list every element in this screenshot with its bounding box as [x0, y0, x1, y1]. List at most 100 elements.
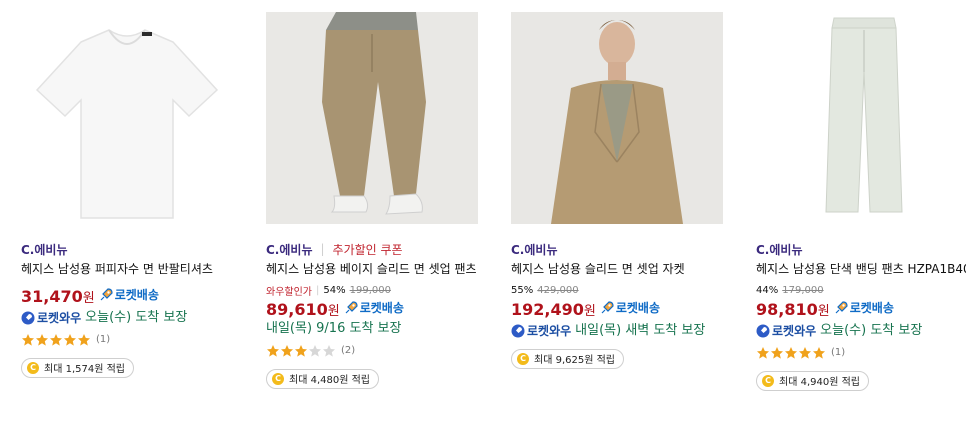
delivery-info: 로켓와우 오늘(수) 도착 보장	[21, 310, 233, 326]
points-text: 최대 1,574원 적립	[44, 364, 125, 375]
price-row: 192,490 원 로켓배송	[511, 299, 743, 319]
discount-rate: 55%	[511, 284, 534, 296]
brand-label[interactable]: C.에비뉴	[511, 240, 743, 258]
coin-icon: C	[762, 374, 774, 387]
jacket-model-image	[511, 12, 723, 224]
product-title[interactable]: 헤지스 남성용 퍼피자수 면 반팔티셔츠	[21, 261, 253, 278]
brand-name: C.에비뉴	[511, 242, 558, 257]
sale-price: 89,610	[266, 299, 328, 319]
star-icon	[281, 344, 293, 357]
points-badge: C 최대 4,940원 적립	[756, 370, 869, 391]
original-price: 429,000	[537, 284, 579, 296]
coin-icon: C	[272, 372, 284, 385]
currency: 원	[583, 303, 596, 319]
product-image[interactable]	[511, 12, 723, 224]
rocket-wow-badge: 로켓와우	[756, 323, 816, 339]
points-badge: C 최대 4,480원 적립	[266, 368, 379, 389]
wow-label: 로켓와우	[37, 310, 82, 325]
product-image[interactable]	[21, 12, 233, 224]
sale-price: 31,470	[21, 286, 83, 306]
star-rating	[21, 333, 91, 347]
delivery-info: 로켓와우 내일(목) 새벽 도착 보장	[511, 323, 723, 339]
product-title[interactable]: 헤지스 남성용 슬리드 면 셋업 자켓	[511, 261, 743, 278]
original-price: 179,000	[782, 284, 824, 296]
brand-label[interactable]: C.에비뉴 | 추가할인 쿠폰	[266, 240, 498, 258]
discount-label: 와우할인가	[266, 286, 312, 298]
wow-label: 로켓와우	[527, 323, 572, 338]
currency: 원	[817, 303, 830, 319]
delivery-info: 내일(목) 9/16 도착 보장	[266, 321, 478, 337]
product-grid: C.에비뉴 헤지스 남성용 퍼피자수 면 반팔티셔츠 31,470 원 로켓배송 …	[0, 0, 966, 444]
rocket-wow-icon	[21, 311, 35, 324]
rocket-label: 로켓배송	[114, 288, 159, 302]
price-row: 98,810 원 로켓배송	[756, 299, 966, 319]
rocket-delivery-badge: 로켓배송	[99, 286, 159, 303]
brand-label[interactable]: C.에비뉴	[21, 240, 253, 258]
star-icon	[22, 333, 34, 346]
delivery-text: 오늘(수) 도착 보장	[85, 309, 188, 325]
star-icon	[799, 346, 811, 359]
coin-icon: C	[517, 352, 529, 365]
discount-row: 44% 179,000	[756, 283, 966, 297]
discount-row: 와우할인가 | 54% 199,000	[266, 283, 498, 298]
rocket-icon	[835, 300, 848, 313]
divider: |	[320, 242, 325, 256]
tshirt-image	[35, 29, 219, 219]
star-icon	[309, 344, 321, 357]
star-icon	[78, 333, 90, 346]
review-count: (1)	[831, 347, 846, 358]
star-icon	[785, 346, 797, 359]
currency: 원	[327, 303, 340, 319]
rating: (2)	[266, 343, 498, 359]
star-rating	[756, 346, 826, 360]
star-icon	[757, 346, 769, 359]
star-icon	[323, 344, 335, 357]
review-count: (1)	[96, 334, 111, 345]
review-count: (2)	[341, 345, 356, 356]
product-card[interactable]: C.에비뉴 헤지스 남성용 슬리드 면 셋업 자켓 55% 429,000 19…	[511, 12, 743, 369]
rocket-label: 로켓배송	[849, 301, 894, 315]
star-icon	[50, 333, 62, 346]
rocket-label: 로켓배송	[359, 301, 404, 315]
points-text: 최대 4,480원 적립	[289, 375, 370, 386]
rocket-wow-icon	[511, 324, 525, 337]
rocket-wow-badge: 로켓와우	[21, 310, 81, 326]
divider: |	[316, 284, 320, 296]
pants-image	[825, 17, 903, 213]
original-price: 199,000	[349, 284, 391, 296]
discount-rate: 44%	[756, 284, 779, 296]
coupon-badge[interactable]: 추가할인 쿠폰	[333, 241, 403, 258]
sale-price: 192,490	[511, 299, 584, 319]
star-icon	[36, 333, 48, 346]
rocket-wow-icon	[756, 324, 770, 337]
delivery-text: 내일(목) 9/16 도착 보장	[266, 320, 402, 336]
rating: (1)	[21, 332, 253, 348]
star-icon	[295, 344, 307, 357]
product-title[interactable]: 헤지스 남성용 베이지 슬리드 면 셋업 팬츠	[266, 261, 498, 278]
discount-row: 55% 429,000	[511, 283, 743, 297]
wow-label: 로켓와우	[772, 323, 817, 338]
product-card[interactable]: C.에비뉴 | 추가할인 쿠폰 헤지스 남성용 베이지 슬리드 면 셋업 팬츠 …	[266, 12, 498, 389]
points-text: 최대 4,940원 적립	[779, 377, 860, 388]
rocket-wow-badge: 로켓와우	[511, 323, 571, 339]
rocket-delivery-badge: 로켓배송	[834, 299, 894, 316]
brand-label[interactable]: C.에비뉴	[756, 240, 966, 258]
currency: 원	[82, 290, 95, 306]
brand-name: C.에비뉴	[266, 242, 313, 257]
sale-price: 98,810	[756, 299, 818, 319]
price-row: 89,610 원 로켓배송	[266, 299, 498, 319]
delivery-text: 오늘(수) 도착 보장	[820, 322, 923, 338]
rocket-delivery-badge: 로켓배송	[600, 299, 660, 316]
product-image[interactable]	[756, 12, 966, 224]
product-card[interactable]: C.에비뉴 헤지스 남성용 퍼피자수 면 반팔티셔츠 31,470 원 로켓배송 …	[21, 12, 253, 378]
points-badge: C 최대 9,625원 적립	[511, 348, 624, 369]
pants-model-image	[266, 12, 478, 224]
delivery-info: 로켓와우 오늘(수) 도착 보장	[756, 323, 966, 339]
star-icon	[813, 346, 825, 359]
product-card[interactable]: C.에비뉴 헤지스 남성용 단색 밴딩 팬츠 HZPA1B402 44% 179…	[756, 12, 966, 391]
product-title[interactable]: 헤지스 남성용 단색 밴딩 팬츠 HZPA1B402	[756, 261, 966, 278]
rating: (1)	[756, 345, 966, 361]
star-icon	[267, 344, 279, 357]
product-image[interactable]	[266, 12, 478, 224]
star-icon	[771, 346, 783, 359]
